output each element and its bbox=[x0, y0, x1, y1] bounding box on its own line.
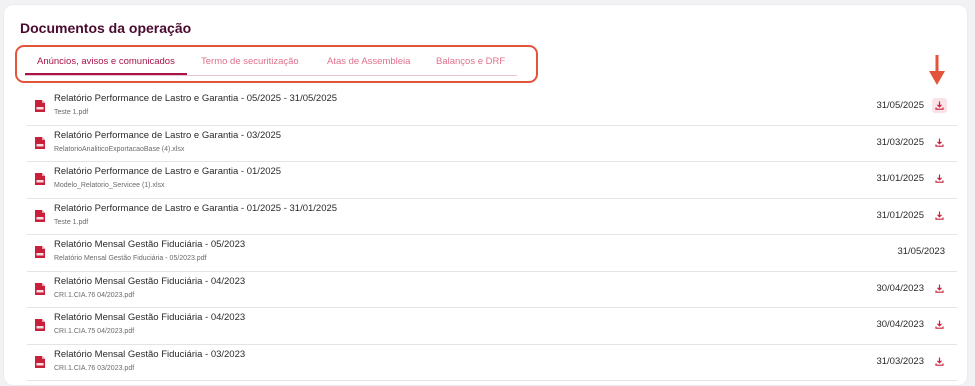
pdf-file-icon bbox=[35, 282, 45, 295]
tab-atas-assembleia[interactable]: Atas de Assembleia bbox=[327, 56, 410, 67]
document-filename: Teste 1.pdf bbox=[54, 109, 89, 116]
download-button[interactable] bbox=[932, 171, 947, 186]
download-button[interactable] bbox=[932, 98, 947, 113]
document-filename: CRI.1.CIA.76 04/2023.pdf bbox=[54, 291, 135, 299]
document-filename: CRI.1.CIA.75 04/2023.pdf bbox=[54, 328, 135, 335]
list-item: Relatório Mensal Gestão Fiduciária - 05/… bbox=[27, 235, 957, 272]
pdf-file-icon bbox=[35, 355, 45, 368]
document-date: 31/05/2025 bbox=[876, 100, 924, 111]
list-item: Relatório Performance de Lastro e Garant… bbox=[27, 162, 957, 199]
tab-balancos-drf[interactable]: Balanços e DRF bbox=[436, 56, 505, 67]
documents-list: Relatório Performance de Lastro e Garant… bbox=[27, 89, 957, 381]
document-title[interactable]: Relatório Mensal Gestão Fiduciária - 04/… bbox=[54, 276, 245, 287]
tab-anuncios[interactable]: Anúncios, avisos e comunicados bbox=[37, 56, 175, 67]
documents-card: Documentos da operação Anúncios, avisos … bbox=[3, 4, 968, 386]
pdf-file-icon bbox=[35, 100, 45, 112]
download-icon bbox=[935, 138, 944, 147]
list-item: Relatório Performance de Lastro e Garant… bbox=[27, 126, 957, 162]
document-title[interactable]: Relatório Mensal Gestão Fiduciária - 04/… bbox=[54, 312, 245, 323]
download-icon bbox=[935, 284, 944, 293]
download-button[interactable] bbox=[932, 135, 947, 150]
document-date: 31/03/2023 bbox=[876, 355, 924, 367]
page-title: Documentos da operação bbox=[20, 20, 192, 36]
pdf-file-icon bbox=[35, 209, 45, 222]
document-date: 31/03/2025 bbox=[876, 136, 924, 148]
document-title[interactable]: Relatório Performance de Lastro e Garant… bbox=[54, 203, 337, 214]
pdf-file-icon bbox=[35, 246, 45, 258]
document-title[interactable]: Relatório Performance de Lastro e Garant… bbox=[54, 93, 337, 104]
document-title[interactable]: Relatório Mensal Gestão Fiduciária - 05/… bbox=[54, 239, 245, 250]
tab-termo-securitizacao[interactable]: Termo de securitização bbox=[201, 56, 299, 67]
download-icon bbox=[935, 320, 944, 329]
pdf-file-icon bbox=[35, 136, 45, 149]
document-filename: Relatório Mensal Gestão Fiduciária - 05/… bbox=[54, 255, 207, 262]
download-icon bbox=[935, 357, 944, 366]
download-button[interactable] bbox=[932, 281, 947, 296]
active-tab-indicator bbox=[25, 73, 187, 75]
list-item: Relatório Mensal Gestão Fiduciária - 04/… bbox=[27, 308, 957, 345]
document-filename: Modelo_Relatorio_Servicee (1).xlsx bbox=[54, 182, 165, 189]
document-date: 31/05/2023 bbox=[897, 246, 945, 257]
document-date: 30/04/2023 bbox=[876, 319, 924, 330]
list-item: Relatório Mensal Gestão Fiduciária - 04/… bbox=[27, 272, 957, 308]
download-icon bbox=[935, 211, 944, 220]
list-item: Relatório Performance de Lastro e Garant… bbox=[27, 199, 957, 235]
download-icon bbox=[935, 101, 944, 110]
download-button[interactable] bbox=[932, 208, 947, 223]
download-button[interactable] bbox=[932, 317, 947, 332]
tab-bar: Anúncios, avisos e comunicados Termo de … bbox=[25, 53, 517, 76]
document-filename: CRI.1.CIA.76 03/2023.pdf bbox=[54, 364, 135, 372]
list-item: Relatório Performance de Lastro e Garant… bbox=[27, 89, 957, 126]
arrow-down-annotation-icon bbox=[929, 55, 945, 85]
document-date: 31/01/2025 bbox=[876, 209, 924, 221]
document-title[interactable]: Relatório Performance de Lastro e Garant… bbox=[54, 166, 281, 177]
document-filename: RelatorioAnaliticoExportacaoBase (4).xls… bbox=[54, 145, 185, 153]
pdf-file-icon bbox=[35, 319, 45, 331]
document-filename: Teste 1.pdf bbox=[54, 218, 89, 226]
document-date: 31/01/2025 bbox=[876, 173, 924, 184]
document-title[interactable]: Relatório Mensal Gestão Fiduciária - 03/… bbox=[54, 349, 245, 360]
download-icon bbox=[935, 174, 944, 183]
download-button[interactable] bbox=[932, 354, 947, 369]
document-date: 30/04/2023 bbox=[876, 282, 924, 294]
pdf-file-icon bbox=[35, 173, 45, 185]
document-title[interactable]: Relatório Performance de Lastro e Garant… bbox=[54, 130, 281, 141]
